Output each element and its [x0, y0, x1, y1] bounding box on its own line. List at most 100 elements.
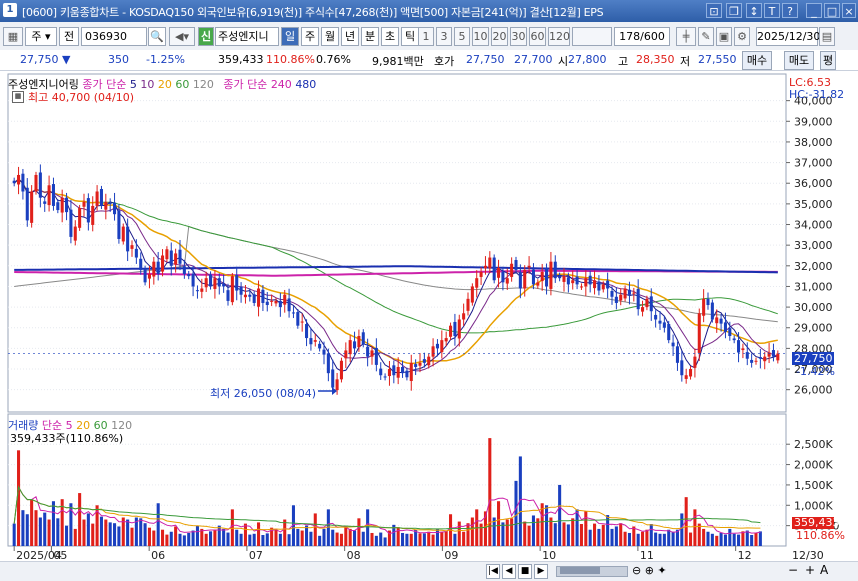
candle-body	[693, 356, 697, 368]
candle-body	[680, 360, 684, 376]
prev-button[interactable]: 전	[59, 27, 79, 46]
volume-bar	[645, 529, 649, 546]
candle-body	[12, 180, 16, 184]
volume-bar	[248, 534, 252, 546]
zoom-out-icon[interactable]: −	[788, 563, 798, 577]
speaker-icon[interactable]: ◀▾	[169, 27, 195, 46]
data-count-field[interactable]: 178/600	[614, 27, 670, 46]
save-icon[interactable]: ▣	[716, 27, 732, 46]
scroll-thumb[interactable]	[560, 567, 600, 574]
period-tab-2[interactable]: 월	[321, 27, 339, 46]
zoom-tools-icon[interactable]: ⊖ ⊕ ✦	[632, 564, 667, 577]
candle-body	[579, 286, 583, 288]
chart-area[interactable]: 40,000 39,000 38,000 37,000 36,000 35,000 34,0…	[0, 70, 858, 580]
pin-icon[interactable]: ↕	[746, 3, 762, 18]
date-field[interactable]: 2025/12/30	[756, 27, 820, 46]
candle-body	[479, 272, 483, 277]
ma480-label: 480	[295, 78, 317, 91]
maximize-icon[interactable]: □	[824, 3, 840, 18]
interval-tab-120[interactable]: 120	[548, 27, 570, 46]
volume-bar	[82, 519, 86, 546]
minimize-icon[interactable]: _	[806, 3, 822, 18]
candle-body	[143, 268, 147, 283]
close-icon[interactable]: ×	[842, 3, 856, 18]
restore-icon[interactable]: ❐	[726, 3, 742, 18]
volume-bar	[278, 533, 282, 546]
zoom-in-icon[interactable]: +	[805, 563, 815, 577]
volume-bar	[169, 531, 173, 546]
volume-bar	[427, 531, 431, 546]
chart-svg[interactable]: 40,00039,00038,00037,00036,00035,00034,0…	[0, 70, 858, 562]
draw-tool-icon[interactable]: ✎	[698, 27, 714, 46]
interval-tab-60[interactable]: 60	[529, 27, 546, 46]
candle-body	[401, 366, 405, 374]
candle-body	[396, 366, 400, 378]
fit-icon[interactable]: A	[820, 563, 828, 577]
period-tab-3[interactable]: 년	[341, 27, 359, 46]
candle-body	[566, 277, 570, 285]
candle-body	[418, 362, 422, 366]
scroll-prev-icon[interactable]: ◀	[502, 564, 516, 579]
interval-tab-5[interactable]: 5	[454, 27, 470, 46]
scroll-first-icon[interactable]: |◀	[486, 564, 500, 579]
bid-price: 27,700	[514, 53, 553, 66]
volume-bar	[374, 535, 378, 546]
calendar-icon[interactable]: ▤	[819, 27, 835, 46]
help-icon[interactable]: ?	[782, 3, 798, 18]
period-tab-6[interactable]: 틱	[401, 27, 419, 46]
stock-name-field[interactable]: 주성엔지니	[215, 27, 279, 46]
period-tab-0[interactable]: 일	[281, 27, 299, 46]
link-icon[interactable]: ⊡	[706, 3, 722, 18]
price-tick-label: 30,000	[794, 301, 833, 314]
period-tab-1[interactable]: 주	[301, 27, 319, 46]
candle-body	[361, 332, 365, 345]
candle-body	[357, 336, 361, 348]
sell-button[interactable]: 매도	[784, 51, 814, 70]
volume-bar	[610, 528, 614, 546]
candle-body	[449, 325, 453, 337]
volume-bar	[265, 533, 269, 546]
scroll-next-icon[interactable]: ▶	[534, 564, 548, 579]
volume-bar	[56, 518, 60, 546]
candle-body	[675, 346, 679, 363]
interval-tab-10[interactable]: 10	[472, 27, 489, 46]
period-tab-5[interactable]: 초	[381, 27, 399, 46]
buy-button[interactable]: 매수	[742, 51, 772, 70]
interval-tab-20[interactable]: 20	[491, 27, 508, 46]
settings-icon[interactable]: ⚙	[734, 27, 750, 46]
search-icon[interactable]: 🔍	[148, 27, 166, 46]
interval-tab-1[interactable]: 1	[418, 27, 434, 46]
candle-body	[575, 276, 579, 285]
candle-type-icon[interactable]: ╪	[676, 27, 696, 46]
volume-bar	[209, 531, 213, 546]
eval-button[interactable]: 평	[820, 51, 836, 70]
candle-body	[754, 360, 758, 362]
interval-tab-3[interactable]: 3	[436, 27, 452, 46]
volume-bar	[728, 528, 732, 546]
period-tab-4[interactable]: 분	[361, 27, 379, 46]
volume-bar	[431, 534, 435, 546]
calendar-marker-icon[interactable]: ▦	[12, 91, 24, 103]
filter-icon[interactable]: T	[764, 3, 780, 18]
volume-bar	[296, 528, 300, 546]
stock-code-input[interactable]: 036930	[81, 27, 147, 46]
volume-bar	[654, 532, 658, 546]
volume-bar	[25, 514, 29, 546]
mode-select[interactable]: 주 ▾	[25, 27, 57, 46]
candle-body	[562, 276, 566, 282]
candle-body	[265, 301, 269, 306]
volume-bar	[636, 533, 640, 546]
candle-body	[422, 359, 426, 363]
candle-body	[510, 263, 514, 277]
scroll-stop-icon[interactable]: ■	[518, 564, 532, 579]
price-tick-label: 38,000	[794, 136, 833, 149]
volume-bar	[204, 533, 208, 546]
candle-body	[492, 257, 496, 281]
volume-bar	[584, 511, 588, 546]
volume-bar	[632, 526, 636, 546]
volume-bar	[649, 524, 653, 546]
grid-icon[interactable]: ▦	[3, 27, 23, 46]
volume-tick-label: 1,000K	[794, 499, 833, 512]
candle-body	[405, 370, 409, 378]
interval-tab-30[interactable]: 30	[510, 27, 527, 46]
